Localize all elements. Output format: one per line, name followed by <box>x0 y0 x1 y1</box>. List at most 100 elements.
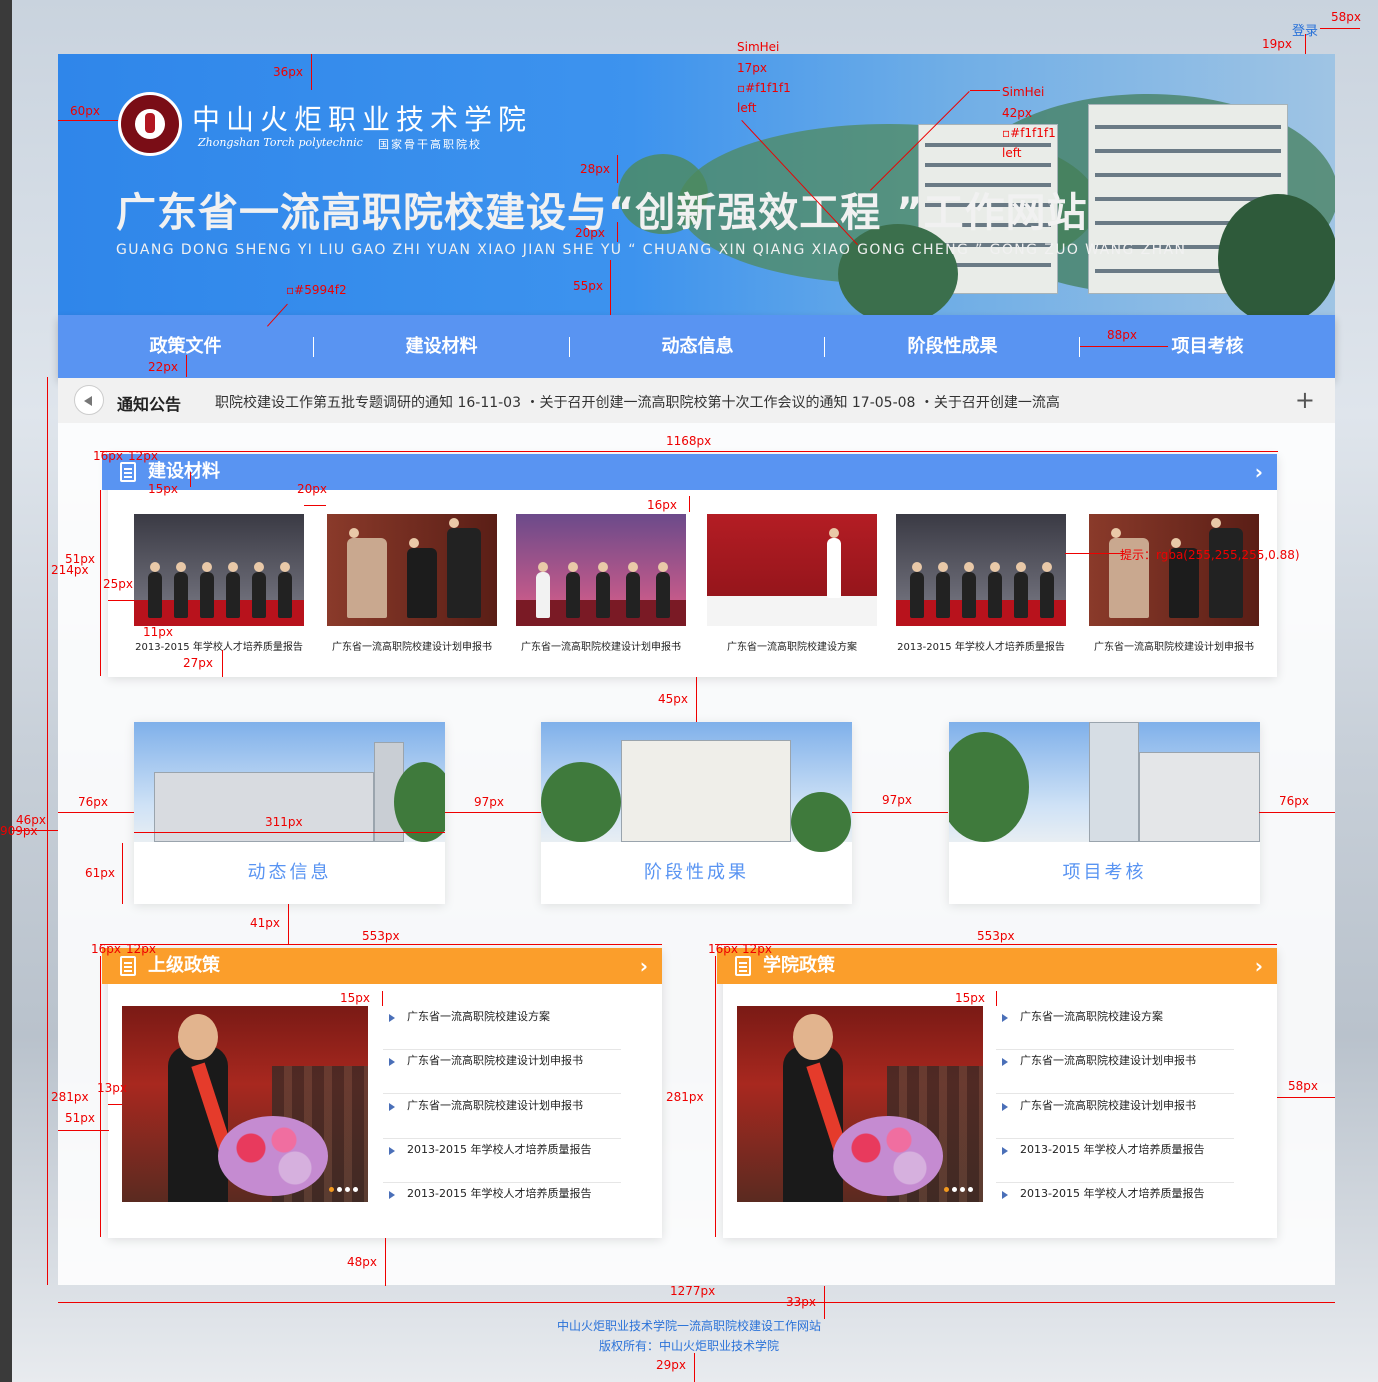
annotation-label: SimHei <box>737 40 780 54</box>
annotation-line <box>100 956 101 1237</box>
annotation-label: left <box>737 101 757 115</box>
list-item[interactable]: 2013-2015 年学校人才培养质量报告 <box>383 1139 621 1183</box>
annotation-line <box>694 1353 695 1382</box>
annotation-label: 12px <box>128 449 158 463</box>
notice-marquee[interactable]: 职院校建设工作第五批专题调研的通知 16-11-03 ・关于召开创建一流高职院校… <box>215 392 1060 412</box>
annotation-label: left <box>1002 146 1022 160</box>
triangle-bullet-icon <box>1002 1058 1008 1066</box>
site-footer: 中山火炬职业技术学院一流高职院校建设工作网站 版权所有：中山火炬职业技术学院 <box>0 1316 1378 1356</box>
material-caption[interactable]: 广东省一流高职院校建设计划申报书 <box>1079 638 1269 653</box>
notice-label: 通知公告 <box>117 395 182 414</box>
annotation-label: 281px <box>51 1090 89 1104</box>
annotation-label: 97px <box>882 793 912 807</box>
materials-header[interactable]: 建设材料 › <box>102 454 1277 490</box>
assessment-card-label[interactable]: 项目考核 <box>949 842 1260 904</box>
annotation-label: 15px <box>340 991 370 1005</box>
annotation-label: 36px <box>273 65 303 79</box>
list-item[interactable]: 广东省一流高职院校建设计划申报书 <box>383 1095 621 1139</box>
carousel-dots[interactable] <box>941 1177 973 1196</box>
annotation-line <box>445 812 541 813</box>
annotation-label: SimHei <box>1002 85 1045 99</box>
list-item[interactable]: 广东省一流高职院校建设计划申报书 <box>996 1050 1234 1094</box>
annotation-line <box>824 1286 825 1319</box>
material-photo[interactable] <box>1089 514 1259 626</box>
annotation-label: 45px <box>658 692 688 706</box>
annotation-label: 16px <box>647 498 677 512</box>
annotation-line <box>122 843 123 904</box>
chevron-right-icon[interactable]: › <box>1255 454 1263 490</box>
carousel-dots[interactable] <box>326 1177 358 1196</box>
list-item[interactable]: 广东省一流高职院校建设计划申报书 <box>383 1050 621 1094</box>
annotation-line <box>1277 1097 1335 1098</box>
window-edge <box>0 0 12 1382</box>
chevron-right-icon[interactable]: › <box>1255 948 1263 984</box>
material-photo[interactable] <box>896 514 1066 626</box>
speaker-icon <box>74 385 104 415</box>
assessment-card[interactable]: 项目考核 <box>949 722 1260 904</box>
notice-bar: 通知公告 职院校建设工作第五批专题调研的通知 16-11-03 ・关于召开创建一… <box>58 378 1335 423</box>
annotation-label: 51px <box>65 1111 95 1125</box>
plus-icon[interactable]: + <box>1295 386 1315 414</box>
document-icon <box>735 956 751 976</box>
tree-image <box>1218 194 1335 315</box>
list-item[interactable]: 广东省一流高职院校建设计划申报书 <box>996 1095 1234 1139</box>
annotation-label: 553px <box>362 929 400 943</box>
chevron-right-icon[interactable]: › <box>640 948 648 984</box>
nav-item-news[interactable]: 动态信息 <box>570 315 825 378</box>
annotation-label: 15px <box>955 991 985 1005</box>
news-card-label[interactable]: 动态信息 <box>134 842 445 904</box>
annotation-line <box>1065 553 1125 554</box>
annotation-label: 61px <box>85 866 115 880</box>
annotation-label: 29px <box>656 1358 686 1372</box>
list-item[interactable]: 2013-2015 年学校人才培养质量报告 <box>996 1139 1234 1183</box>
annotation-label: 25px <box>103 577 133 591</box>
annotation-line <box>689 496 690 512</box>
building-image <box>949 722 1260 842</box>
material-caption[interactable]: 2013-2015 年学校人才培养质量报告 <box>886 638 1076 653</box>
material-photo[interactable] <box>516 514 686 626</box>
annotation-label: 1277px <box>670 1284 716 1298</box>
results-card-label[interactable]: 阶段性成果 <box>541 842 852 904</box>
material-photo[interactable] <box>134 514 304 626</box>
nav-item-results[interactable]: 阶段性成果 <box>825 315 1080 378</box>
annotation-label: 58px <box>1288 1079 1318 1093</box>
list-item[interactable]: 广东省一流高职院校建设方案 <box>383 1006 621 1050</box>
annotation-label: 48px <box>347 1255 377 1269</box>
annotation-label: 16px <box>91 942 121 956</box>
annotation-label: 19px <box>1262 37 1292 51</box>
annotation-label: 76px <box>1279 794 1309 808</box>
annotation-line <box>852 812 948 813</box>
annotation-label: 909px <box>0 824 38 838</box>
nav-item-materials[interactable]: 建设材料 <box>314 315 569 378</box>
annotation-line <box>58 812 134 813</box>
triangle-bullet-icon <box>1002 1191 1008 1199</box>
annotation-label: 55px <box>573 279 603 293</box>
school-english-name: Zhongshan Torch polytechnic <box>198 136 363 149</box>
school-logo[interactable] <box>118 92 182 156</box>
triangle-bullet-icon <box>389 1058 395 1066</box>
policy-college-header[interactable]: 学院政策 › <box>717 948 1277 984</box>
results-card[interactable]: 阶段性成果 <box>541 722 852 904</box>
policy-college-title: 学院政策 <box>763 955 835 976</box>
material-photo[interactable] <box>327 514 497 626</box>
policy-upper-photo[interactable] <box>122 1006 368 1202</box>
material-photo[interactable] <box>707 514 877 626</box>
policy-upper-header[interactable]: 上级政策 › <box>102 948 662 984</box>
list-item[interactable]: 2013-2015 年学校人才培养质量报告 <box>996 1183 1234 1227</box>
list-item[interactable]: 2013-2015 年学校人才培养质量报告 <box>383 1183 621 1227</box>
annotation-label: 97px <box>474 795 504 809</box>
material-caption[interactable]: 广东省一流高职院校建设方案 <box>697 638 887 653</box>
school-name: 中山火炬职业技术学院 <box>192 103 533 136</box>
material-caption[interactable]: 2013-2015 年学校人才培养质量报告 <box>124 638 314 653</box>
news-card[interactable]: 动态信息 <box>134 722 445 904</box>
annotation-line <box>617 222 618 242</box>
annotation-label: 41px <box>250 916 280 930</box>
annotation-label: 16px <box>708 942 738 956</box>
policy-college-photo[interactable] <box>737 1006 983 1202</box>
annotation-label: 20px <box>297 482 327 496</box>
material-caption[interactable]: 广东省一流高职院校建设计划申报书 <box>317 638 507 653</box>
list-item[interactable]: 广东省一流高职院校建设方案 <box>996 1006 1234 1050</box>
annotation-line <box>58 120 118 121</box>
annotation-line <box>610 260 611 315</box>
material-caption[interactable]: 广东省一流高职院校建设计划申报书 <box>506 638 696 653</box>
